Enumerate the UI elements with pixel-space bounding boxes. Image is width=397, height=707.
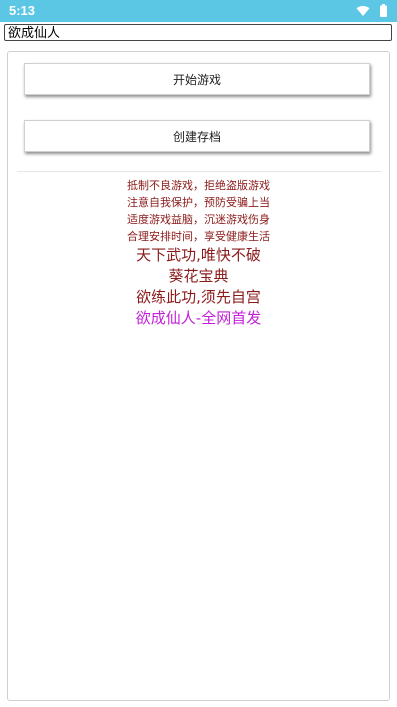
start-game-button[interactable]: 开始游戏 [24,63,370,95]
health-notice-line: 适度游戏益脑，沉迷游戏伤身 [127,213,270,226]
slogan-line: 欲练此功,须先自宫 [136,288,261,306]
title-bar: 欲成仙人 [0,22,397,44]
status-icons [356,4,387,21]
create-save-button[interactable]: 创建存档 [24,120,370,152]
health-notice-line: 合理安排时间，享受健康生活 [127,230,270,243]
notice-block: 抵制不良游戏，拒绝盗版游戏 注意自我保护，预防受骗上当 适度游戏益脑，沉迷游戏伤… [8,177,389,329]
app-title: 欲成仙人 [4,24,392,41]
divider [17,171,381,172]
slogan-line: 天下武功,唯快不破 [136,246,261,264]
health-notice-line: 注意自我保护，预防受骗上当 [127,196,270,209]
battery-icon [380,4,387,21]
status-time: 5:13 [9,3,36,18]
wifi-icon [356,5,370,21]
health-notice-line: 抵制不良游戏，拒绝盗版游戏 [127,179,270,192]
status-bar: 5:13 [0,0,397,22]
slogan-line: 葵花宝典 [168,267,229,285]
main-panel: 开始游戏 创建存档 抵制不良游戏，拒绝盗版游戏 注意自我保护，预防受骗上当 适度… [7,51,390,701]
promo-line: 欲成仙人-全网首发 [135,309,262,327]
